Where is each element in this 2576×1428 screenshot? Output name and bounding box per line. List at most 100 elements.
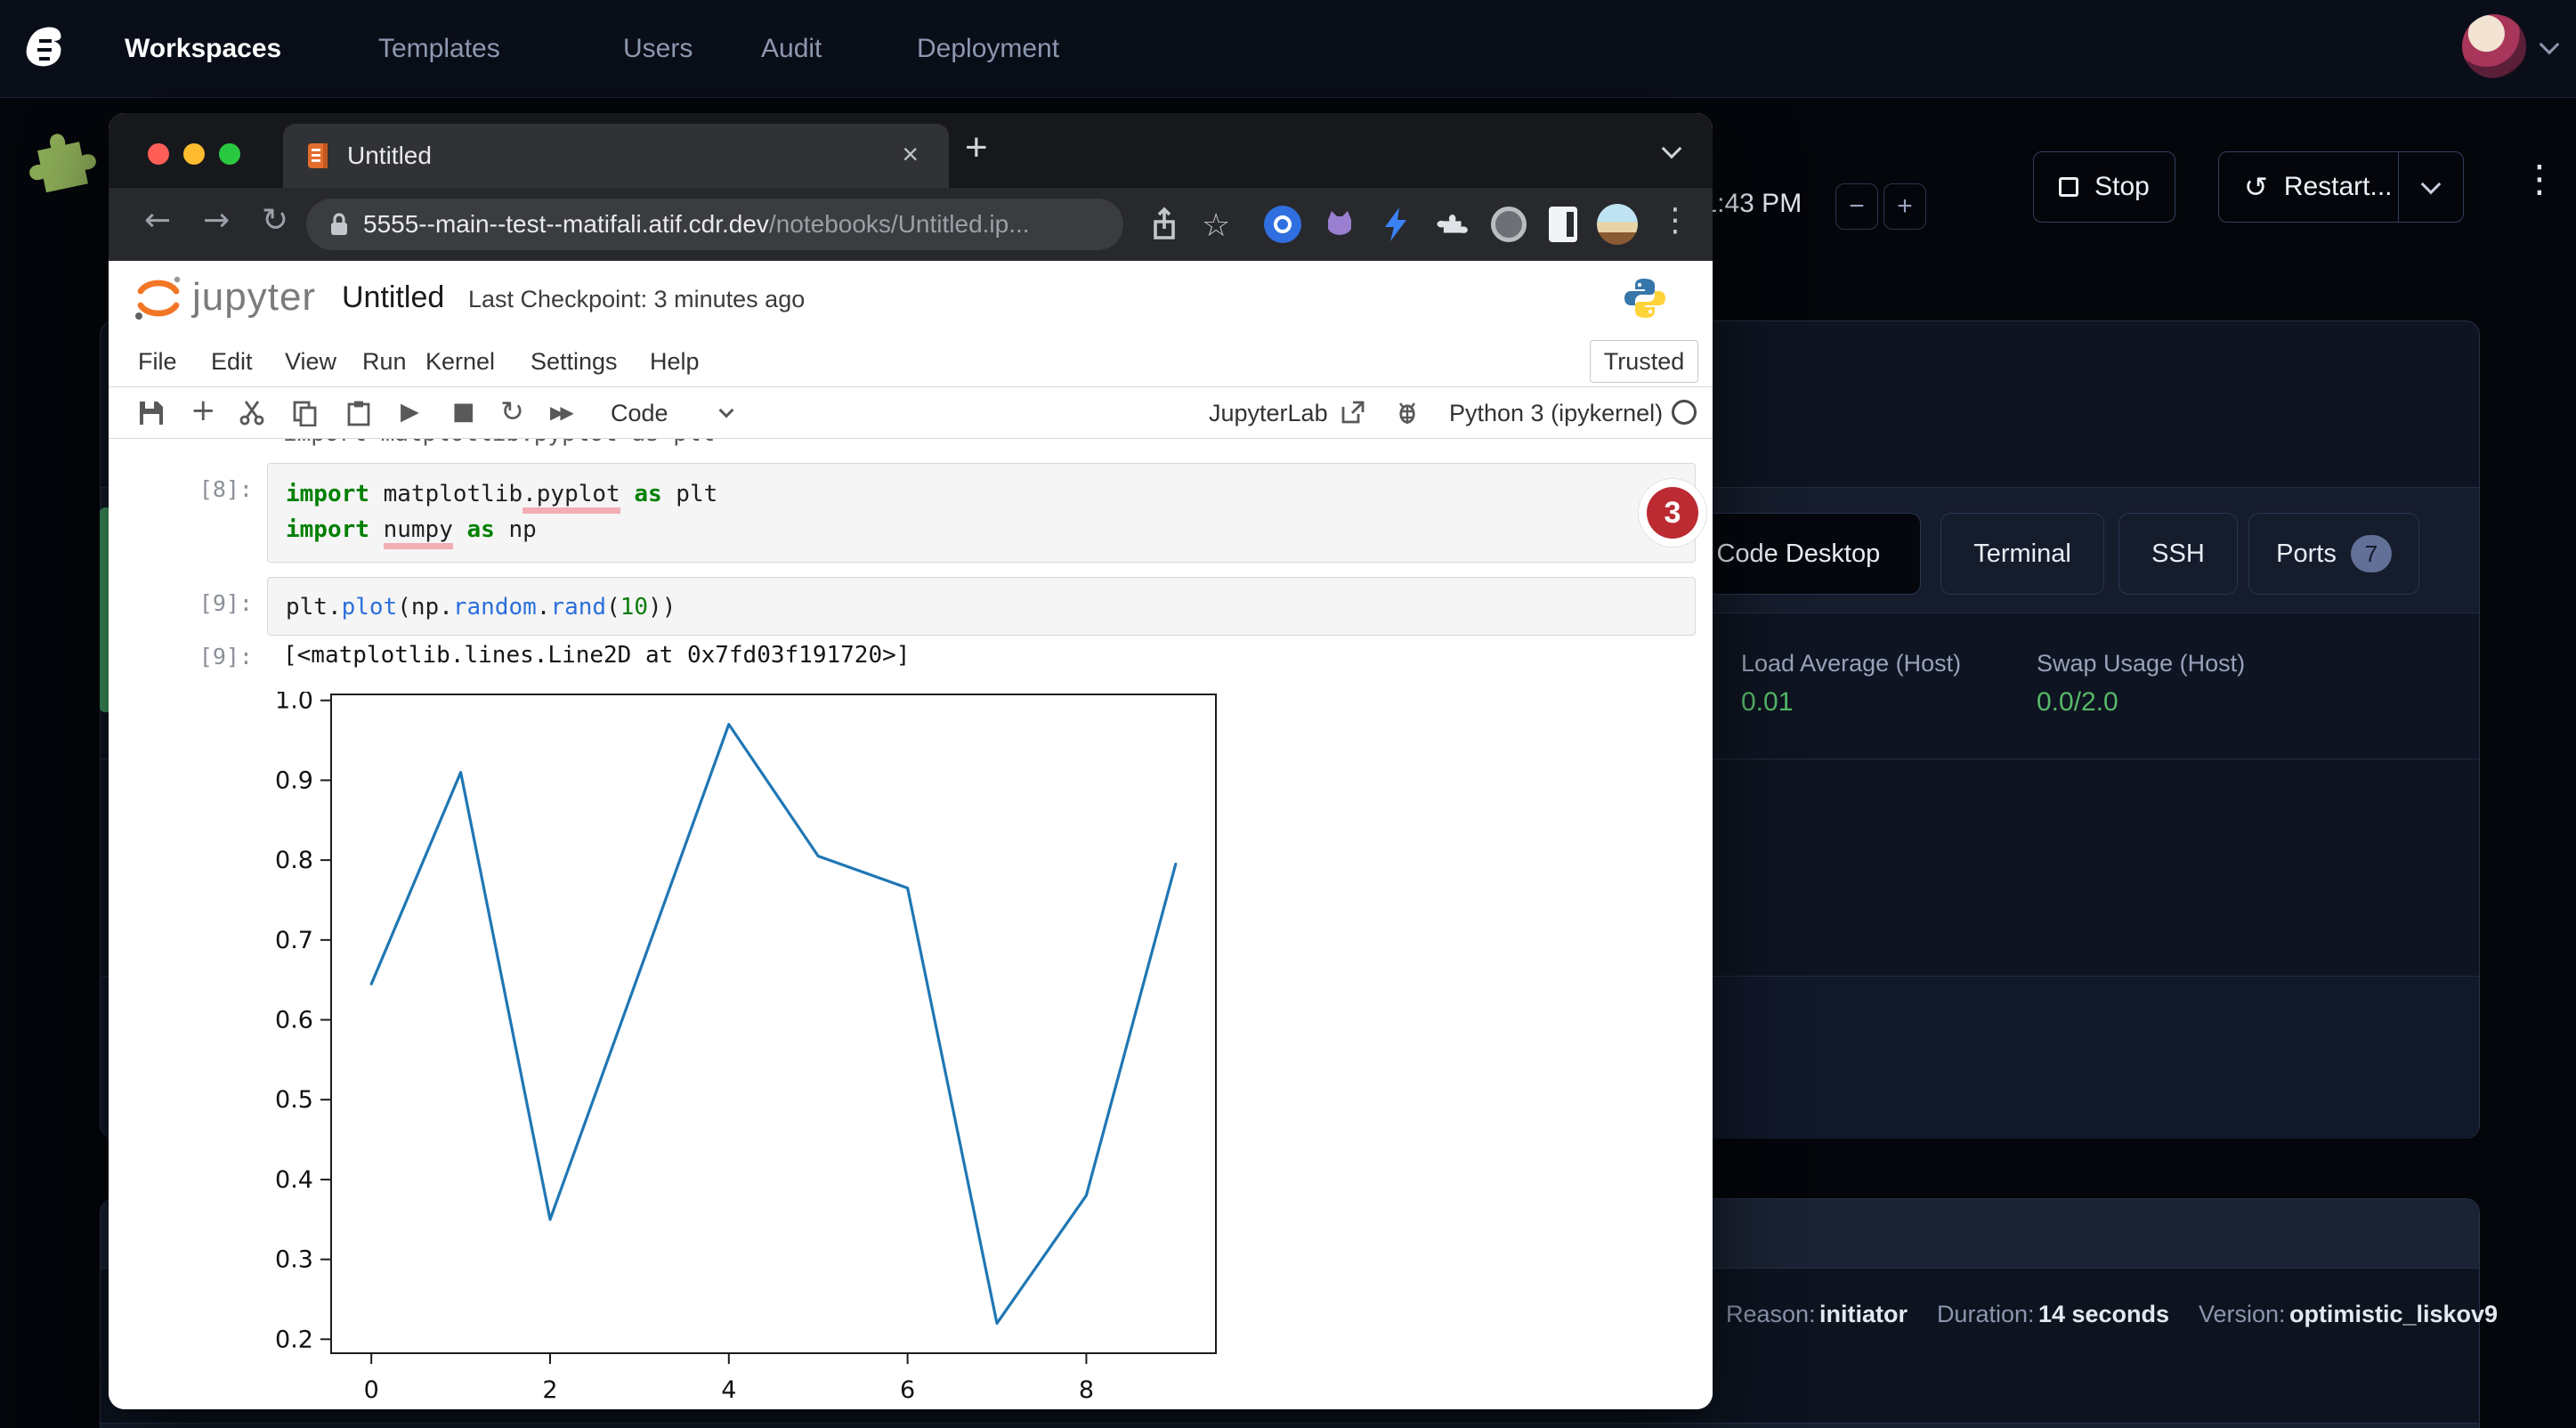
restart-kernel-icon[interactable]: ↻ <box>500 394 524 428</box>
nav-item-workspaces[interactable]: Workspaces <box>125 0 281 98</box>
svg-text:6: 6 <box>900 1376 915 1404</box>
run-cell-icon[interactable]: ▶ <box>401 398 419 426</box>
extensions-puzzle-icon[interactable] <box>1432 204 1473 245</box>
jupyterlab-link[interactable]: JupyterLab <box>1209 400 1328 427</box>
copy-icon[interactable] <box>292 400 319 426</box>
tab-close-icon[interactable]: × <box>902 138 919 171</box>
nav-item-deployment[interactable]: Deployment <box>917 0 1059 98</box>
stop-button[interactable]: Stop <box>2033 151 2175 223</box>
matplotlib-line-chart: 0.20.30.40.50.60.70.80.91.002468 <box>269 692 1225 1404</box>
back-button[interactable]: ← <box>144 202 171 239</box>
monkey-extension-icon[interactable] <box>1488 204 1529 245</box>
window-minimize-button[interactable] <box>183 143 205 165</box>
swap-usage-value: 0.0/2.0 <box>2037 687 2118 718</box>
debugger-bug-icon[interactable] <box>1394 399 1421 426</box>
save-icon[interactable] <box>138 400 165 426</box>
notification-badge[interactable]: 3 <box>1639 479 1706 547</box>
browser-window: Untitled × + ← → ↻ 5555--main--test--mat… <box>109 113 1713 1409</box>
run-all-icon[interactable]: ▶▶ <box>550 402 571 423</box>
kernel-name[interactable]: Python 3 (ipykernel) <box>1449 400 1663 427</box>
bookmark-star-icon[interactable]: ☆ <box>1202 207 1230 244</box>
menu-kernel[interactable]: Kernel <box>425 336 495 387</box>
nav-item-users[interactable]: Users <box>623 0 693 98</box>
clipped-cell-line: import matplotlib.pyplot as plt <box>283 439 1440 451</box>
kernel-status-icon <box>1672 400 1697 425</box>
swap-usage-label: Swap Usage (Host) <box>2037 650 2245 677</box>
code-cell[interactable]: import matplotlib.pyplot as plt import n… <box>267 463 1696 563</box>
menu-run[interactable]: Run <box>362 336 407 387</box>
ssh-button[interactable]: SSH <box>2118 513 2238 595</box>
workspace-status-strip <box>100 507 109 712</box>
bolt-extension-icon[interactable] <box>1376 204 1417 245</box>
external-link-icon[interactable] <box>1341 400 1365 425</box>
notebook-area: import matplotlib.pyplot as plt [8]: imp… <box>109 439 1713 1409</box>
top-nav: Workspaces Templates Users Audit Deploym… <box>0 0 2576 98</box>
svg-text:1.0: 1.0 <box>275 692 313 715</box>
cell-prompt: [9]: <box>183 590 253 616</box>
new-tab-button[interactable]: + <box>965 126 988 170</box>
ports-button[interactable]: Ports 7 <box>2248 513 2419 595</box>
cell-prompt: [8]: <box>183 476 253 502</box>
restart-button[interactable]: ↺ Restart... <box>2218 151 2464 223</box>
nav-item-audit[interactable]: Audit <box>761 0 822 98</box>
onepassword-extension-icon[interactable] <box>1262 204 1303 245</box>
cell-type-chevron-down-icon[interactable] <box>719 403 734 418</box>
interrupt-kernel-icon[interactable]: ■ <box>452 398 475 426</box>
tab-list-chevron-down-icon[interactable] <box>1662 139 1682 159</box>
svg-text:0.8: 0.8 <box>275 847 313 874</box>
jupyter-wordmark: jupyter <box>192 275 316 320</box>
browser-menu-kebab-icon[interactable]: ⋮ <box>1659 202 1691 239</box>
code-line: import numpy as np <box>286 512 1677 548</box>
user-menu-chevron-down-icon[interactable] <box>2540 35 2560 55</box>
svg-text:8: 8 <box>1079 1376 1094 1404</box>
svg-text:0.7: 0.7 <box>275 927 313 954</box>
build-row[interactable]: Reason: initiator Duration: 14 seconds V… <box>1726 1301 2498 1328</box>
ports-count-badge: 7 <box>2351 535 2392 572</box>
address-bar[interactable]: 5555--main--test--matifali.atif.cdr.dev/… <box>306 199 1123 250</box>
cat-extension-icon[interactable] <box>1319 204 1360 245</box>
notebook-title[interactable]: Untitled <box>342 280 444 315</box>
load-average-label: Load Average (Host) <box>1741 650 1961 677</box>
menu-file[interactable]: File <box>138 336 177 387</box>
output-text: [<matplotlib.lines.Line2D at 0x7fd03f191… <box>283 642 910 669</box>
chrome-profile-avatar[interactable] <box>1597 204 1638 245</box>
browser-tab-strip: Untitled × + <box>109 113 1713 188</box>
cut-icon[interactable] <box>239 400 265 426</box>
workspace-menu-kebab-icon[interactable]: ⋮ <box>2521 157 2558 200</box>
svg-text:0.5: 0.5 <box>275 1086 313 1114</box>
menu-help[interactable]: Help <box>650 336 700 387</box>
code-line: plt.plot(np.random.rand(10)) <box>286 589 1677 625</box>
zoom-out-button[interactable]: − <box>1835 183 1878 230</box>
output-prompt: [9]: <box>183 644 253 669</box>
code-cell[interactable]: plt.plot(np.random.rand(10)) <box>267 577 1696 636</box>
paste-icon[interactable] <box>345 400 372 426</box>
svg-text:0: 0 <box>364 1376 379 1404</box>
window-zoom-button[interactable] <box>219 143 240 165</box>
notification-count: 3 <box>1647 487 1698 539</box>
trusted-button[interactable]: Trusted <box>1590 340 1698 383</box>
menu-view[interactable]: View <box>285 336 336 387</box>
python-logo-icon <box>1622 275 1668 321</box>
insert-cell-icon[interactable]: + <box>190 393 216 428</box>
restart-chevron-down-icon[interactable] <box>2421 174 2442 195</box>
zoom-in-button[interactable]: + <box>1883 183 1926 230</box>
url-domain: 5555--main--test--matifali.atif.cdr.dev <box>363 210 769 238</box>
share-icon[interactable] <box>1146 206 1182 243</box>
user-avatar[interactable] <box>2462 14 2526 78</box>
reload-button[interactable]: ↻ <box>262 202 288 239</box>
restart-icon: ↺ <box>2244 170 2268 204</box>
stop-icon <box>2059 177 2078 197</box>
browser-tab[interactable]: Untitled × <box>283 124 949 188</box>
notebook-favicon <box>306 142 333 170</box>
forward-button[interactable]: → <box>203 202 230 239</box>
url-path: /notebooks/Untitled.ip... <box>769 210 1030 238</box>
terminal-button[interactable]: Terminal <box>1940 513 2104 595</box>
window-close-button[interactable] <box>148 143 169 165</box>
cell-type-select[interactable]: Code <box>611 400 668 427</box>
menu-settings[interactable]: Settings <box>531 336 618 387</box>
screen: 11:43 PM − + Stop ↺ Restart... ⋮ VS Code… <box>0 0 2576 1428</box>
svg-text:0.6: 0.6 <box>275 1007 313 1034</box>
menu-edit[interactable]: Edit <box>211 336 253 387</box>
reader-extension-icon[interactable] <box>1543 204 1584 245</box>
nav-item-templates[interactable]: Templates <box>378 0 500 98</box>
